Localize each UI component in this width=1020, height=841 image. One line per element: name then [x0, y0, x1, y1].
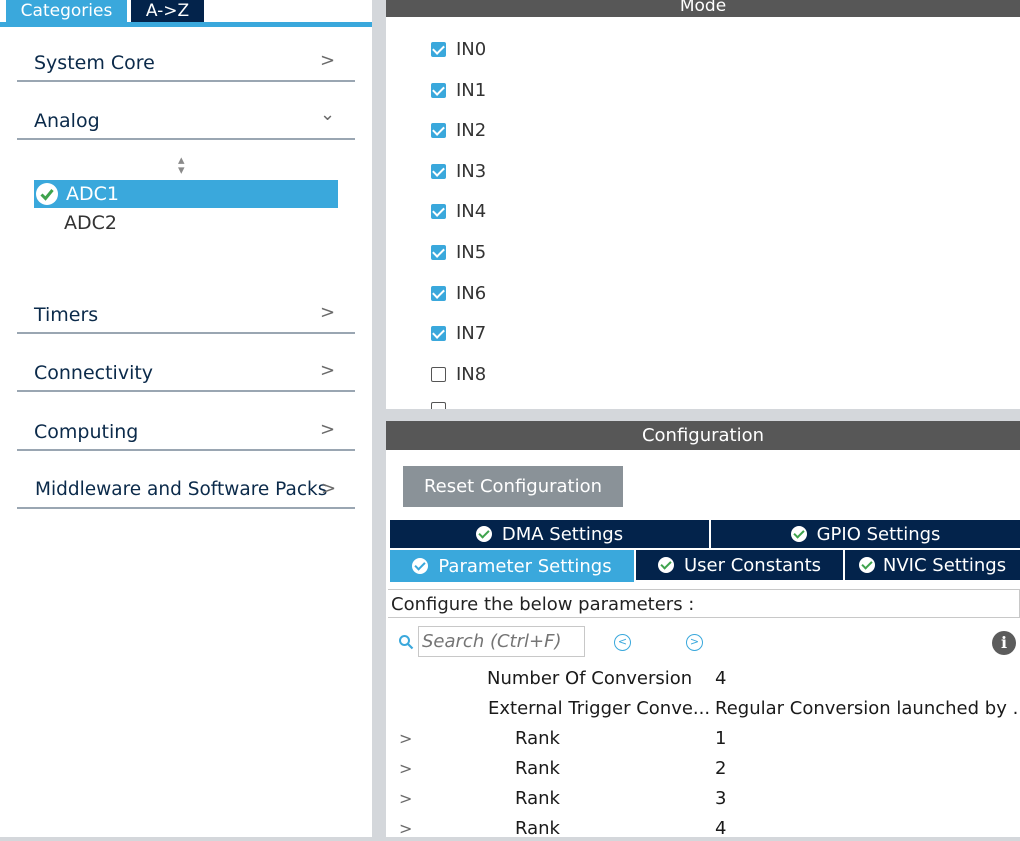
search-input[interactable]: [418, 626, 585, 657]
channel-label: IN3: [456, 160, 487, 182]
check-circle-icon: [858, 557, 875, 573]
check-circle-icon: [475, 526, 492, 542]
list-item-label[interactable]: ADC1: [66, 183, 119, 205]
sort-icon[interactable]: ▴ ▾: [178, 154, 185, 177]
channel-in1[interactable]: IN1: [431, 79, 486, 101]
rank-name: Rank: [515, 758, 560, 779]
search-icon[interactable]: [398, 634, 414, 655]
channel-in9-partial: [431, 402, 448, 409]
check-circle-icon: [790, 526, 807, 542]
configuration-header: Configuration: [386, 421, 1020, 450]
rank-name: Rank: [515, 818, 560, 839]
checkbox[interactable]: [431, 82, 446, 98]
expand-chevron-icon[interactable]: >: [399, 819, 412, 838]
channel-in4[interactable]: IN4: [431, 200, 486, 222]
mode-header: Mode: [386, 0, 1020, 17]
tab-label: NVIC Settings: [882, 554, 1007, 576]
reset-configuration-button[interactable]: Reset Configuration: [403, 466, 623, 507]
channel-label: IN1: [456, 79, 487, 101]
tab-underline: [0, 22, 372, 27]
checkbox[interactable]: [431, 366, 446, 382]
tab-label: GPIO Settings: [816, 523, 941, 545]
param-name: Number Of Conversion: [487, 668, 693, 689]
divider: [17, 138, 355, 140]
channel-in0[interactable]: IN0: [431, 38, 486, 60]
rank-name: Rank: [515, 788, 560, 809]
tab-label: Parameter Settings: [438, 555, 612, 577]
param-value[interactable]: 4: [715, 668, 726, 689]
checkbox[interactable]: [431, 41, 446, 57]
channel-in6[interactable]: IN6: [431, 282, 486, 304]
chevron-down-icon[interactable]: ⌄: [320, 104, 335, 125]
channel-in8[interactable]: IN8: [431, 363, 486, 385]
rank-value[interactable]: 3: [715, 788, 726, 809]
rank-value[interactable]: 1: [715, 728, 726, 749]
check-circle-icon: [36, 183, 58, 205]
divider: [17, 390, 355, 392]
checkbox[interactable]: [431, 203, 446, 219]
tab-parameter-settings[interactable]: Parameter Settings: [390, 550, 634, 582]
expand-chevron-icon[interactable]: >: [399, 789, 412, 808]
category-connectivity[interactable]: Connectivity: [34, 362, 153, 384]
channel-label: IN2: [456, 119, 487, 141]
tab-gpio-settings[interactable]: GPIO Settings: [711, 520, 1020, 548]
splitter[interactable]: [372, 0, 386, 841]
checkbox[interactable]: [431, 122, 446, 138]
divider: [17, 332, 355, 334]
rank-name: Rank: [515, 728, 560, 749]
channel-label: IN5: [456, 241, 487, 263]
channel-in2[interactable]: IN2: [431, 119, 486, 141]
splitter[interactable]: [386, 409, 1020, 421]
checkbox[interactable]: [431, 285, 446, 301]
divider: [17, 80, 355, 82]
channel-in3[interactable]: IN3: [431, 160, 486, 182]
previous-match-icon[interactable]: <: [614, 634, 631, 651]
chevron-right-icon[interactable]: >: [320, 360, 335, 381]
rank-value[interactable]: 2: [715, 758, 726, 779]
tab-label: DMA Settings: [501, 523, 624, 545]
param-value[interactable]: Regular Conversion launched by ...: [715, 698, 1020, 719]
chevron-right-icon[interactable]: >: [320, 419, 335, 440]
param-name: External Trigger Conve...: [488, 698, 711, 719]
channel-in5[interactable]: IN5: [431, 241, 486, 263]
channel-label: IN8: [456, 363, 487, 385]
category-system-core[interactable]: System Core: [34, 52, 155, 74]
tab-dma-settings[interactable]: DMA Settings: [390, 520, 709, 548]
rank-value[interactable]: 4: [715, 818, 726, 839]
channel-label: IN6: [456, 282, 487, 304]
chevron-right-icon[interactable]: >: [320, 302, 335, 323]
divider: [17, 507, 355, 509]
category-computing[interactable]: Computing: [34, 421, 138, 443]
bottom-border: [0, 837, 1020, 841]
tab-categories[interactable]: Categories: [6, 0, 127, 22]
next-match-icon[interactable]: >: [686, 634, 703, 651]
category-middleware[interactable]: Middleware and Software Packs: [35, 479, 327, 500]
category-analog[interactable]: Analog: [34, 110, 100, 132]
parameters-description: Configure the below parameters :: [388, 589, 1020, 618]
tab-a-to-z[interactable]: A->Z: [131, 0, 204, 22]
chevron-right-icon[interactable]: >: [320, 50, 335, 71]
checkbox[interactable]: [431, 163, 446, 179]
category-timers[interactable]: Timers: [34, 304, 98, 326]
channel-label: IN0: [456, 38, 487, 60]
tab-nvic-settings[interactable]: NVIC Settings: [845, 550, 1020, 580]
checkbox[interactable]: [431, 325, 446, 341]
expand-chevron-icon[interactable]: >: [399, 729, 412, 748]
chevron-right-icon[interactable]: >: [321, 478, 336, 499]
channel-label: IN4: [456, 200, 487, 222]
channel-in7[interactable]: IN7: [431, 322, 486, 344]
expand-chevron-icon[interactable]: >: [399, 759, 412, 778]
divider: [17, 449, 355, 451]
check-circle-icon: [657, 557, 674, 573]
tab-user-constants[interactable]: User Constants: [636, 550, 843, 580]
info-icon[interactable]: i: [992, 631, 1016, 655]
channel-label: IN7: [456, 322, 487, 344]
tab-label: User Constants: [683, 554, 822, 576]
checkbox[interactable]: [431, 244, 446, 260]
list-item-adc2[interactable]: ADC2: [64, 212, 117, 234]
check-circle-icon: [412, 558, 429, 574]
